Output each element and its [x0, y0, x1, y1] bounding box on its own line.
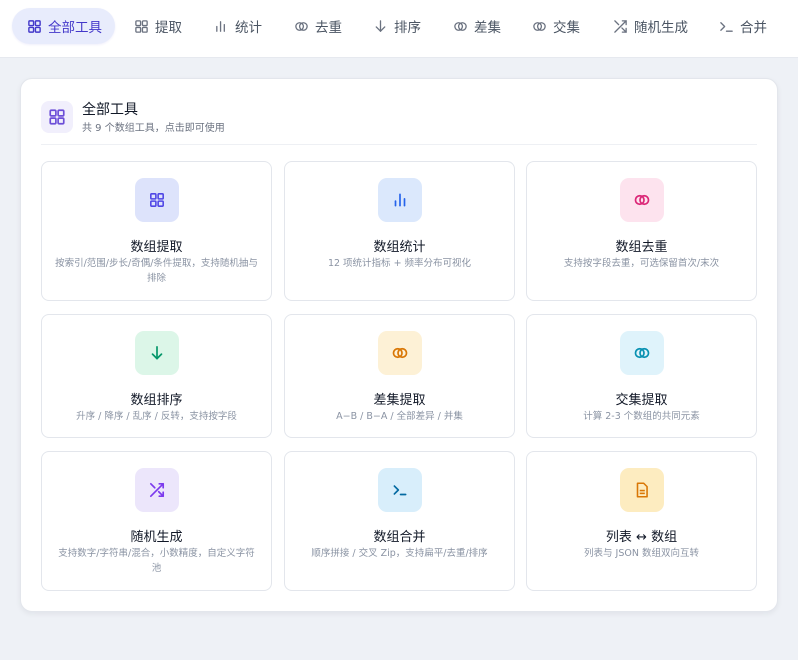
- overlap-circles-icon: [620, 331, 664, 375]
- card-description: 支持按字段去重，可选保留首次/末次: [563, 258, 720, 269]
- tab-label: 合并: [740, 20, 767, 36]
- tool-card-array-stats[interactable]: 数组统计 12 项统计指标 + 频率分布可视化: [284, 161, 515, 301]
- tool-card-list-array-convert[interactable]: 列表 ↔ 数组 列表与 JSON 数组双向互转: [526, 451, 757, 591]
- overlap-circles-icon: [293, 18, 309, 34]
- tab-difference[interactable]: 差集: [442, 8, 511, 44]
- bar-chart-icon: [378, 178, 422, 222]
- tab-all-tools[interactable]: 全部工具: [12, 8, 115, 44]
- terminal-icon: [718, 18, 734, 34]
- tab-random[interactable]: 随机生成: [602, 8, 698, 44]
- tab-intersection[interactable]: 交集: [521, 8, 590, 44]
- shuffle-icon: [612, 18, 628, 34]
- card-title: 数组合并: [373, 530, 426, 545]
- card-title: 随机生成: [130, 530, 183, 545]
- tool-card-difference[interactable]: 差集提取 A−B / B−A / 全部差异 / 并集: [284, 314, 515, 438]
- tab-extract[interactable]: 提取: [123, 8, 192, 44]
- card-title: 数组提取: [130, 240, 183, 255]
- overlap-circles-icon: [378, 331, 422, 375]
- shuffle-icon: [135, 468, 179, 512]
- tab-label: 提取: [155, 20, 182, 36]
- panel-header: 全部工具 共 9 个数组工具，点击即可使用: [41, 99, 757, 145]
- tab-sort[interactable]: 排序: [362, 8, 431, 44]
- arrow-down-icon: [372, 18, 388, 34]
- tab-label: 排序: [394, 20, 421, 36]
- card-title: 数组统计: [373, 240, 426, 255]
- document-icon: [620, 468, 664, 512]
- bar-chart-icon: [213, 18, 229, 34]
- tab-bar: 全部工具 提取 统计 去重 排序 差集 交集 随机生成 合并: [0, 0, 798, 58]
- grid-icon: [133, 18, 149, 34]
- card-description: A−B / B−A / 全部差异 / 并集: [336, 411, 463, 422]
- grid-icon: [135, 178, 179, 222]
- tool-card-array-extract[interactable]: 数组提取 按索引/范围/步长/奇偶/条件提取，支持随机抽与排除: [41, 161, 272, 301]
- arrow-down-icon: [135, 331, 179, 375]
- tool-card-array-merge[interactable]: 数组合并 顺序拼接 / 交叉 Zip，支持扁平/去重/排序: [284, 451, 515, 591]
- tool-card-array-sort[interactable]: 数组排序 升序 / 降序 / 乱序 / 反转，支持按字段: [41, 314, 272, 438]
- tab-merge[interactable]: 合并: [708, 8, 777, 44]
- card-description: 升序 / 降序 / 乱序 / 反转，支持按字段: [76, 411, 237, 422]
- card-title: 差集提取: [373, 393, 426, 408]
- overlap-circles-icon: [531, 18, 547, 34]
- card-description: 12 项统计指标 + 频率分布可视化: [327, 258, 472, 269]
- tab-label: 全部工具: [48, 20, 102, 36]
- card-description: 计算 2-3 个数组的共同元素: [583, 411, 700, 422]
- grid-icon: [41, 101, 73, 133]
- card-description: 列表与 JSON 数组双向互转: [584, 548, 699, 559]
- overlap-circles-icon: [620, 178, 664, 222]
- tool-card-intersection[interactable]: 交集提取 计算 2-3 个数组的共同元素: [526, 314, 757, 438]
- all-tools-panel: 全部工具 共 9 个数组工具，点击即可使用 数组提取 按索引/范围/步长/奇偶/…: [20, 78, 778, 612]
- tab-label: 统计: [235, 20, 262, 36]
- tab-label: 交集: [553, 20, 580, 36]
- tool-card-array-dedupe[interactable]: 数组去重 支持按字段去重，可选保留首次/末次: [526, 161, 757, 301]
- card-title: 数组排序: [130, 393, 183, 408]
- tab-label: 去重: [315, 20, 342, 36]
- terminal-icon: [378, 468, 422, 512]
- panel-title: 全部工具: [82, 102, 138, 118]
- tab-label: 差集: [474, 20, 501, 36]
- card-description: 顺序拼接 / 交叉 Zip，支持扁平/去重/排序: [311, 548, 488, 559]
- overlap-circles-icon: [452, 18, 468, 34]
- tab-stats[interactable]: 统计: [203, 8, 272, 44]
- tool-card-random-generate[interactable]: 随机生成 支持数字/字符串/混合，小数精度，自定义字符池: [41, 451, 272, 591]
- grid-icon: [26, 18, 42, 34]
- tab-label: 随机生成: [634, 20, 688, 36]
- tab-dedupe[interactable]: 去重: [283, 8, 352, 44]
- panel-subtitle: 共 9 个数组工具，点击即可使用: [82, 123, 225, 134]
- card-description: 支持数字/字符串/混合，小数精度，自定义字符池: [58, 548, 255, 574]
- card-description: 按索引/范围/步长/奇偶/条件提取，支持随机抽与排除: [55, 258, 258, 284]
- card-title: 交集提取: [615, 393, 668, 408]
- card-title: 数组去重: [615, 240, 668, 255]
- card-title: 列表 ↔ 数组: [605, 530, 678, 545]
